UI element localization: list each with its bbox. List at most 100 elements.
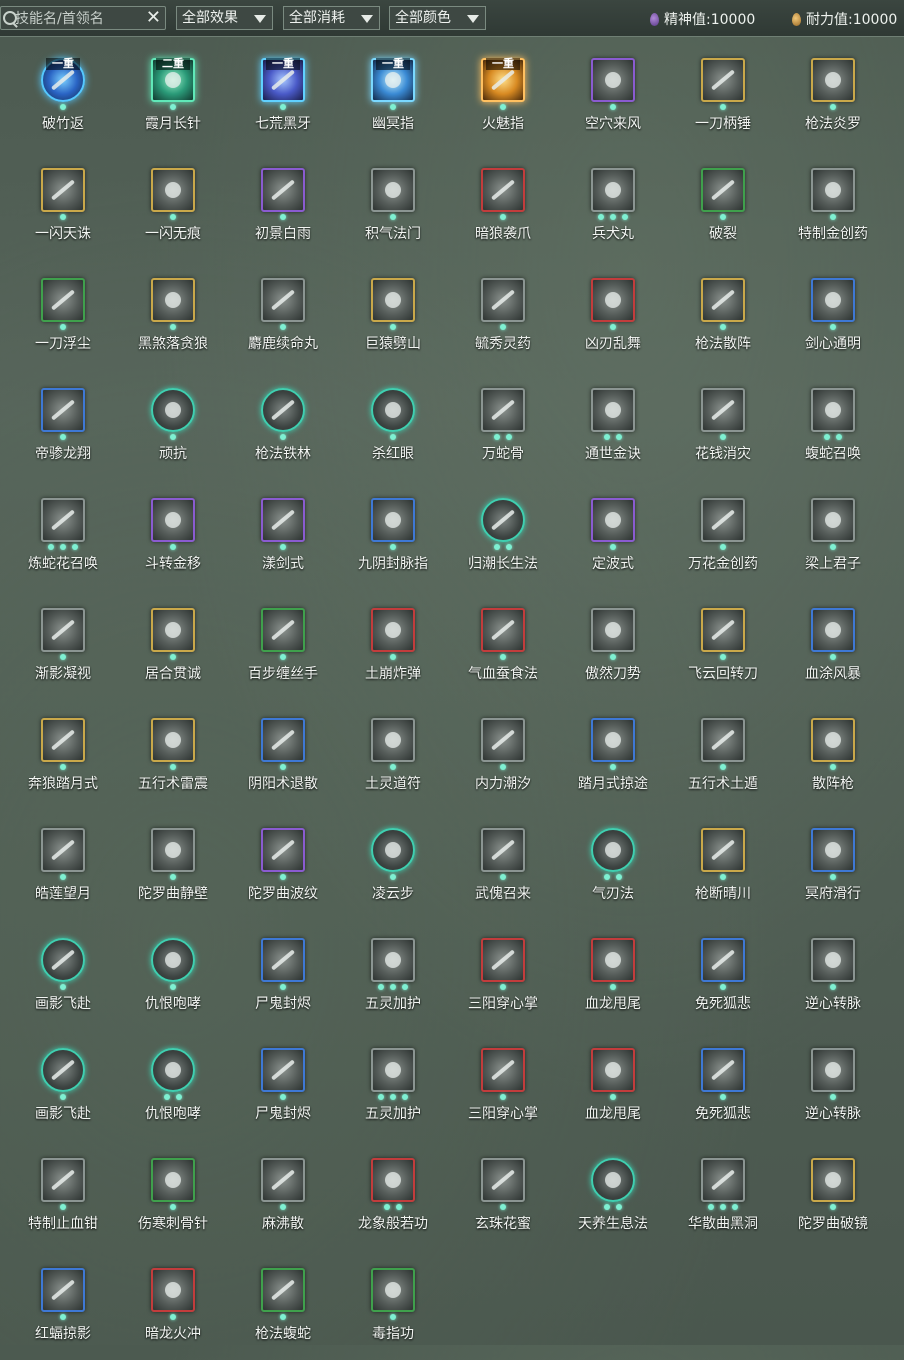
skill-item[interactable]: 特制金创药	[778, 150, 888, 260]
skill-item[interactable]: 万花金创药	[668, 480, 778, 590]
skill-item[interactable]: 巨猿劈山	[338, 260, 448, 370]
skill-item[interactable]: 梁上君子	[778, 480, 888, 590]
skill-item[interactable]: 散阵枪	[778, 700, 888, 810]
skill-item[interactable]: 百步缠丝手	[228, 590, 338, 700]
skill-item[interactable]: 麝鹿续命丸	[228, 260, 338, 370]
skill-item[interactable]: 漾剑式	[228, 480, 338, 590]
skill-item[interactable]: 万蛇骨	[448, 370, 558, 480]
skill-item[interactable]: 凌云步	[338, 810, 448, 920]
skill-item[interactable]: 帝骖龙翔	[8, 370, 118, 480]
skill-item[interactable]: 初景白雨	[228, 150, 338, 260]
skill-item[interactable]: 积气法门	[338, 150, 448, 260]
skill-item[interactable]: 破裂	[668, 150, 778, 260]
skill-item[interactable]: 玄珠花蜜	[448, 1140, 558, 1250]
skill-item[interactable]: 顽抗	[118, 370, 228, 480]
skill-item[interactable]: 通世金诀	[558, 370, 668, 480]
skill-item[interactable]: 杀红眼	[338, 370, 448, 480]
skill-item[interactable]: 一刀柄锤	[668, 40, 778, 150]
effect-filter-dropdown[interactable]: 全部效果	[176, 6, 273, 30]
skill-item[interactable]: 尸鬼封烬	[228, 920, 338, 1030]
search-box[interactable]: ✕	[0, 6, 166, 30]
skill-item[interactable]: 陀罗曲波纹	[228, 810, 338, 920]
skill-item[interactable]: 一重 幽冥指	[338, 40, 448, 150]
skill-item[interactable]: 武傀召来	[448, 810, 558, 920]
skill-name: 兵犬丸	[592, 226, 634, 242]
skill-item[interactable]: 凶刃乱舞	[558, 260, 668, 370]
cost-filter-dropdown[interactable]: 全部消耗	[283, 6, 380, 30]
skill-item[interactable]: 血龙甩尾	[558, 920, 668, 1030]
skill-item[interactable]: 画影飞赴	[8, 920, 118, 1030]
skill-item[interactable]: 傲然刀势	[558, 590, 668, 700]
color-filter-dropdown[interactable]: 全部颜色	[389, 6, 486, 30]
skill-item[interactable]: 三阳穿心掌	[448, 920, 558, 1030]
skill-item[interactable]: 特制止血钳	[8, 1140, 118, 1250]
skill-name: 尸鬼封烬	[255, 996, 311, 1012]
skill-item[interactable]: 暗龙火冲	[118, 1250, 228, 1360]
skill-item[interactable]: 暗狼袭爪	[448, 150, 558, 260]
skill-item[interactable]: 居合贯诚	[118, 590, 228, 700]
skill-item[interactable]: 归潮长生法	[448, 480, 558, 590]
skill-item[interactable]: 一闪无痕	[118, 150, 228, 260]
skill-item[interactable]: 冥府滑行	[778, 810, 888, 920]
skill-item[interactable]: 枪法炎罗	[778, 40, 888, 150]
skill-item[interactable]: 毒指功	[338, 1250, 448, 1360]
skill-item[interactable]: 剑心通明	[778, 260, 888, 370]
skill-item[interactable]: 阴阳术退散	[228, 700, 338, 810]
skill-item[interactable]: 炼蛇花召唤	[8, 480, 118, 590]
skill-item[interactable]: 土灵道符	[338, 700, 448, 810]
skill-item[interactable]: 黑煞落贪狼	[118, 260, 228, 370]
skill-item[interactable]: 画影飞赴	[8, 1030, 118, 1140]
skill-item[interactable]: 伤寒刺骨针	[118, 1140, 228, 1250]
skill-item[interactable]: 陀罗曲静壁	[118, 810, 228, 920]
skill-item[interactable]: 一重 破竹返	[8, 40, 118, 150]
skill-item[interactable]: 天养生息法	[558, 1140, 668, 1250]
skill-item[interactable]: 五行术雷震	[118, 700, 228, 810]
skill-item[interactable]: 枪法蝮蛇	[228, 1250, 338, 1360]
skill-item[interactable]: 一刀浮尘	[8, 260, 118, 370]
skill-item[interactable]: 血涂风暴	[778, 590, 888, 700]
skill-item[interactable]: 红蝠掠影	[8, 1250, 118, 1360]
skill-item[interactable]: 渐影凝视	[8, 590, 118, 700]
skill-item[interactable]: 血龙甩尾	[558, 1030, 668, 1140]
skill-item[interactable]: 逆心转脉	[778, 920, 888, 1030]
skill-item[interactable]: 龙象般若功	[338, 1140, 448, 1250]
skill-item[interactable]: 九阴封脉指	[338, 480, 448, 590]
skill-item[interactable]: 花钱消灾	[668, 370, 778, 480]
skill-item[interactable]: 免死狐悲	[668, 920, 778, 1030]
skill-item[interactable]: 仇恨咆哮	[118, 1030, 228, 1140]
skill-item[interactable]: 气刃法	[558, 810, 668, 920]
skill-item[interactable]: 仇恨咆哮	[118, 920, 228, 1030]
skill-item[interactable]: 五行术土遁	[668, 700, 778, 810]
skill-item[interactable]: 土崩炸弹	[338, 590, 448, 700]
skill-item[interactable]: 皓莲望月	[8, 810, 118, 920]
skill-item[interactable]: 毓秀灵药	[448, 260, 558, 370]
skill-item[interactable]: 一重 火魅指	[448, 40, 558, 150]
skill-item[interactable]: 兵犬丸	[558, 150, 668, 260]
skill-item[interactable]: 陀罗曲破镜	[778, 1140, 888, 1250]
skill-item[interactable]: 逆心转脉	[778, 1030, 888, 1140]
skill-item[interactable]: 飞云回转刀	[668, 590, 778, 700]
skill-item[interactable]: 气血蚕食法	[448, 590, 558, 700]
skill-item[interactable]: 定波式	[558, 480, 668, 590]
skill-item[interactable]: 踏月式掠途	[558, 700, 668, 810]
skill-item[interactable]: 枪法铁林	[228, 370, 338, 480]
skill-item[interactable]: 内力潮汐	[448, 700, 558, 810]
skill-item[interactable]: 枪法散阵	[668, 260, 778, 370]
skill-item[interactable]: 奔狼踏月式	[8, 700, 118, 810]
skill-item[interactable]: 一闪天诛	[8, 150, 118, 260]
skill-item[interactable]: 一重 七荒黑牙	[228, 40, 338, 150]
skill-item[interactable]: 华散曲黑洞	[668, 1140, 778, 1250]
skill-item[interactable]: 麻沸散	[228, 1140, 338, 1250]
skill-item[interactable]: 二重 霞月长针	[118, 40, 228, 150]
search-input[interactable]	[13, 8, 145, 30]
skill-item[interactable]: 枪断晴川	[668, 810, 778, 920]
skill-item[interactable]: 五灵加护	[338, 1030, 448, 1140]
clear-icon[interactable]: ✕	[146, 8, 161, 28]
skill-item[interactable]: 斗转金移	[118, 480, 228, 590]
skill-item[interactable]: 五灵加护	[338, 920, 448, 1030]
skill-item[interactable]: 免死狐悲	[668, 1030, 778, 1140]
skill-item[interactable]: 空穴来风	[558, 40, 668, 150]
skill-item[interactable]: 尸鬼封烬	[228, 1030, 338, 1140]
skill-item[interactable]: 蝮蛇召唤	[778, 370, 888, 480]
skill-item[interactable]: 三阳穿心掌	[448, 1030, 558, 1140]
